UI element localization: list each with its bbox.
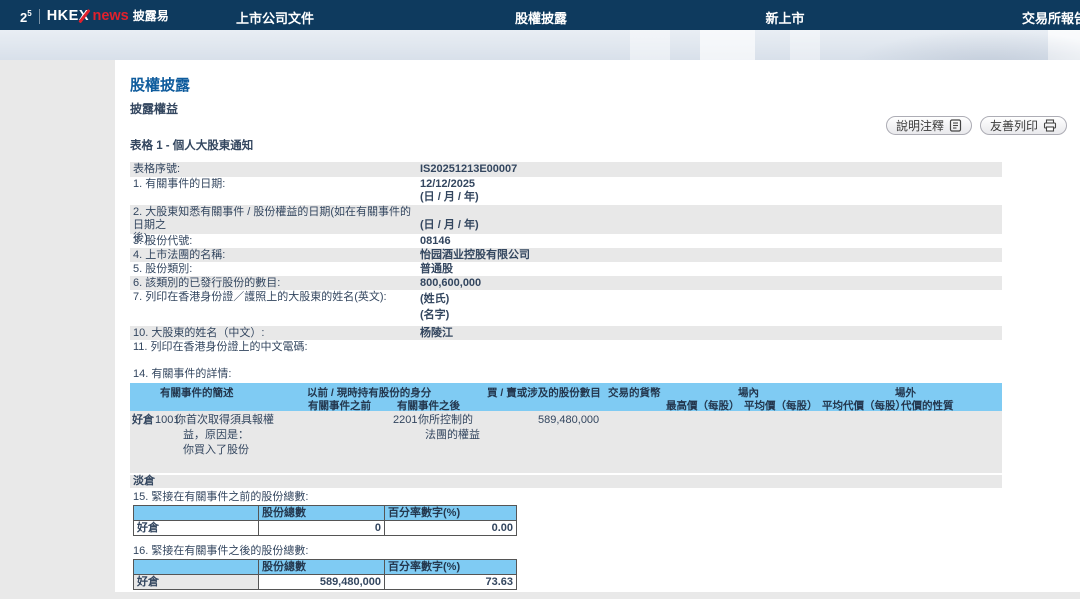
form-row-event-date: 1. 有關事件的日期:12/12/2025 (日 / 月 / 年) <box>130 177 1002 205</box>
section16-heading: 16. 緊接在有關事件之後的股份總數: <box>130 545 1002 558</box>
col-currency: 交易的貨幣 <box>608 385 661 400</box>
section14-short-position-row: 淡倉 <box>130 475 1002 488</box>
logo-divider <box>39 9 40 24</box>
section15-blank-header <box>134 506 259 521</box>
form-row-chinese-name: 10. 大股東的姓名（中文）:杨陵江 <box>130 326 1002 340</box>
printer-icon <box>1043 119 1057 132</box>
form-row-share-class: 5. 股份類別:普通股 <box>130 262 1002 276</box>
nav-item-exchange-reports[interactable]: 交易所報告 <box>1022 8 1080 27</box>
section15-total-value: 0 <box>259 521 385 536</box>
section16-percent-value: 73.63 <box>385 575 517 590</box>
section15-percent-header: 百分率數字(%) <box>385 506 517 521</box>
page-title: 股權披露 <box>130 78 1002 93</box>
table-row: 好倉 589,480,000 73.63 <box>134 575 517 590</box>
anniversary-25-logo: 25 <box>20 4 32 28</box>
section14-table-header: 有關事件的簡述 以前 / 現時持有股份的身分 有關事件之前 有關事件之後 買 /… <box>130 383 1002 411</box>
hkex-x-glyph: X <box>79 6 89 26</box>
site-name: 披露易 <box>133 6 169 26</box>
section14-long-position-row: 好倉 1001 你首次取得須具報權 益，原因是： 你買入了股份 2201 你所控… <box>130 411 1002 473</box>
col-shares-involved: 買 / 賣或涉及的股份數目 <box>487 385 601 400</box>
event-description-before: 你首次取得須具報權 益，原因是： 你買入了股份 <box>183 413 274 458</box>
section16-total-header: 股份總數 <box>259 560 385 575</box>
form-table-title: 表格 1 - 個人大股東通知 <box>130 140 1002 153</box>
table-row: 好倉 0 0.00 <box>134 521 517 536</box>
long-position-label: 好倉 <box>132 413 154 428</box>
top-nav: 25 HKE X news 披露易 上市公司文件 股權披露 新上市 交易所報告 <box>0 0 1080 30</box>
hkexnews-logo[interactable]: 25 HKE X news 披露易 <box>20 4 169 28</box>
section15-row-label: 好倉 <box>134 521 259 536</box>
section14-heading: 14. 有關事件的詳情: <box>130 368 1002 381</box>
form-content: 股權披露 披露權益 表格 1 - 個人大股東通知 表格序號:IS20251213… <box>130 60 1002 590</box>
banner-image <box>0 30 1080 60</box>
form-rows: 表格序號:IS20251213E00007 1. 有關事件的日期:12/12/2… <box>130 162 1002 353</box>
event-description-after: 你所控制的 法團的權益 <box>425 413 480 443</box>
section16-blank-header <box>134 560 259 575</box>
event-code-after: 2201 <box>393 413 417 428</box>
nav-item-disclosure-of-interests[interactable]: 股權披露 <box>515 8 567 27</box>
nav-item-listed-company-docs[interactable]: 上市公司文件 <box>236 8 314 27</box>
content-card: 說明注釋 友善列印 股權披露 披露權益 表格 1 - 個人大股東通知 表格序號:… <box>115 60 1080 592</box>
section15-heading: 15. 緊接在有關事件之前的股份總數: <box>130 491 1002 504</box>
hkex-wordmark: HKE <box>47 6 79 26</box>
section15-percent-value: 0.00 <box>385 521 517 536</box>
form-row-issued-shares: 6. 該類別的已發行股份的數目:800,600,000 <box>130 276 1002 290</box>
section16-table: 股份總數 百分率數字(%) 好倉 589,480,000 73.63 <box>133 559 517 590</box>
form-row-aware-date: 2. 大股東知悉有關事件 / 股份權益的日期(如在有關事件的日期之 後): (日… <box>130 205 1002 234</box>
form-row-serial: 表格序號:IS20251213E00007 <box>130 162 1002 177</box>
form-row-corporation-name: 4. 上市法團的名稱:怡园酒业控股有限公司 <box>130 248 1002 262</box>
form-row-english-name: 7. 列印在香港身份證／護照上的大股東的姓名(英文):(姓氏) (名字) <box>130 290 1002 326</box>
col-event-description: 有關事件的簡述 <box>160 385 234 400</box>
nav-item-new-listings[interactable]: 新上市 <box>765 8 804 27</box>
section16-percent-header: 百分率數字(%) <box>385 560 517 575</box>
page-subtitle: 披露權益 <box>130 103 1002 116</box>
section16-total-value: 589,480,000 <box>259 575 385 590</box>
shares-involved-value: 589,480,000 <box>538 413 599 428</box>
news-wordmark: news <box>92 6 128 26</box>
form-row-stock-code: 3. 股份代號:08146 <box>130 234 1002 248</box>
section16-row-label: 好倉 <box>134 575 259 590</box>
section15-total-header: 股份總數 <box>259 506 385 521</box>
form-row-chinese-codes: 11. 列印在香港身份證上的中文電碼: <box>130 340 1002 353</box>
section15-table: 股份總數 百分率數字(%) 好倉 0 0.00 <box>133 505 517 536</box>
